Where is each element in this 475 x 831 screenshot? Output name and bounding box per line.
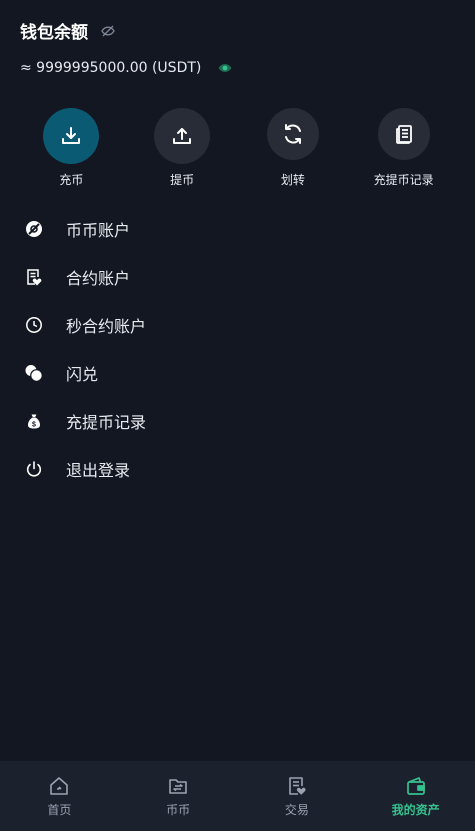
hide-balance-icon[interactable] (100, 23, 116, 39)
power-icon (24, 459, 44, 479)
clock-icon (24, 315, 44, 335)
coin-account-icon (24, 219, 44, 239)
menu-item-flash-exchange[interactable]: 闪兑 (0, 349, 475, 397)
balance-row: ≈ 9999995000.00 (USDT) (20, 60, 233, 76)
records-label: 充提币记录 (373, 173, 434, 187)
menu-item-label: 秒合约账户 (66, 317, 147, 336)
wallet-icon (406, 776, 425, 795)
menu-item-logout[interactable]: 退出登录 (0, 445, 475, 493)
folder-icon (169, 778, 187, 794)
tab-home[interactable]: 首页 (9, 775, 109, 818)
transfer-circle[interactable] (266, 108, 319, 160)
transfer-button[interactable]: 划转 (248, 108, 338, 188)
menu-item-contract-account[interactable]: 合约账户 (0, 253, 475, 301)
account-menu: 币币账户 合约账户 秒合约账户 闪兑 $ 充提币记录 退出登录 (0, 205, 475, 493)
tab-label: 交易 (284, 802, 309, 817)
transfer-label: 划转 (280, 173, 305, 187)
tab-label: 我的资产 (391, 802, 440, 817)
withdraw-circle[interactable] (154, 108, 211, 164)
wallet-header: 钱包余额 (20, 18, 116, 43)
records-circle[interactable] (377, 108, 430, 160)
deposit-circle[interactable] (43, 108, 100, 164)
records-icon (395, 125, 412, 144)
withdraw-icon (173, 128, 192, 144)
menu-item-label: 充提币记录 (66, 413, 147, 432)
withdraw-button[interactable]: 提币 (137, 108, 227, 188)
svg-text:$: $ (32, 421, 36, 428)
menu-item-label: 币币账户 (66, 221, 131, 240)
records-button[interactable]: 充提币记录 (359, 108, 449, 188)
deposit-label: 充币 (59, 173, 84, 187)
tab-label: 币币 (166, 802, 191, 817)
flash-exchange-icon (24, 363, 44, 383)
balance-value: ≈ 9999995000.00 (USDT) (20, 60, 202, 76)
tab-label: 首页 (47, 802, 72, 817)
tab-my-assets[interactable]: 我的资产 (366, 775, 466, 818)
menu-item-deposit-withdraw-records[interactable]: $ 充提币记录 (0, 397, 475, 445)
menu-item-label: 合约账户 (66, 269, 131, 288)
transfer-icon (284, 124, 301, 144)
bottom-tab-bar: 首页 币币 交易 我的资产 (0, 761, 475, 831)
deposit-button[interactable]: 充币 (26, 108, 116, 188)
menu-item-coin-account[interactable]: 币币账户 (0, 205, 475, 253)
contract-account-icon (24, 267, 44, 287)
withdraw-label: 提币 (170, 173, 195, 187)
tab-trade[interactable]: 交易 (247, 775, 347, 818)
money-bag-icon: $ (24, 411, 44, 431)
eye-icon[interactable] (217, 60, 233, 76)
trade-icon (289, 776, 306, 795)
menu-item-seconds-contract[interactable]: 秒合约账户 (0, 301, 475, 349)
deposit-icon (62, 127, 81, 144)
menu-item-label: 闪兑 (66, 365, 99, 384)
quick-actions: 充币 提币 划转 充提币记录 (0, 108, 475, 188)
home-icon (50, 776, 69, 795)
wallet-balance-title: 钱包余额 (20, 23, 88, 43)
menu-item-label: 退出登录 (66, 461, 131, 480)
tab-coins[interactable]: 币币 (128, 775, 228, 818)
